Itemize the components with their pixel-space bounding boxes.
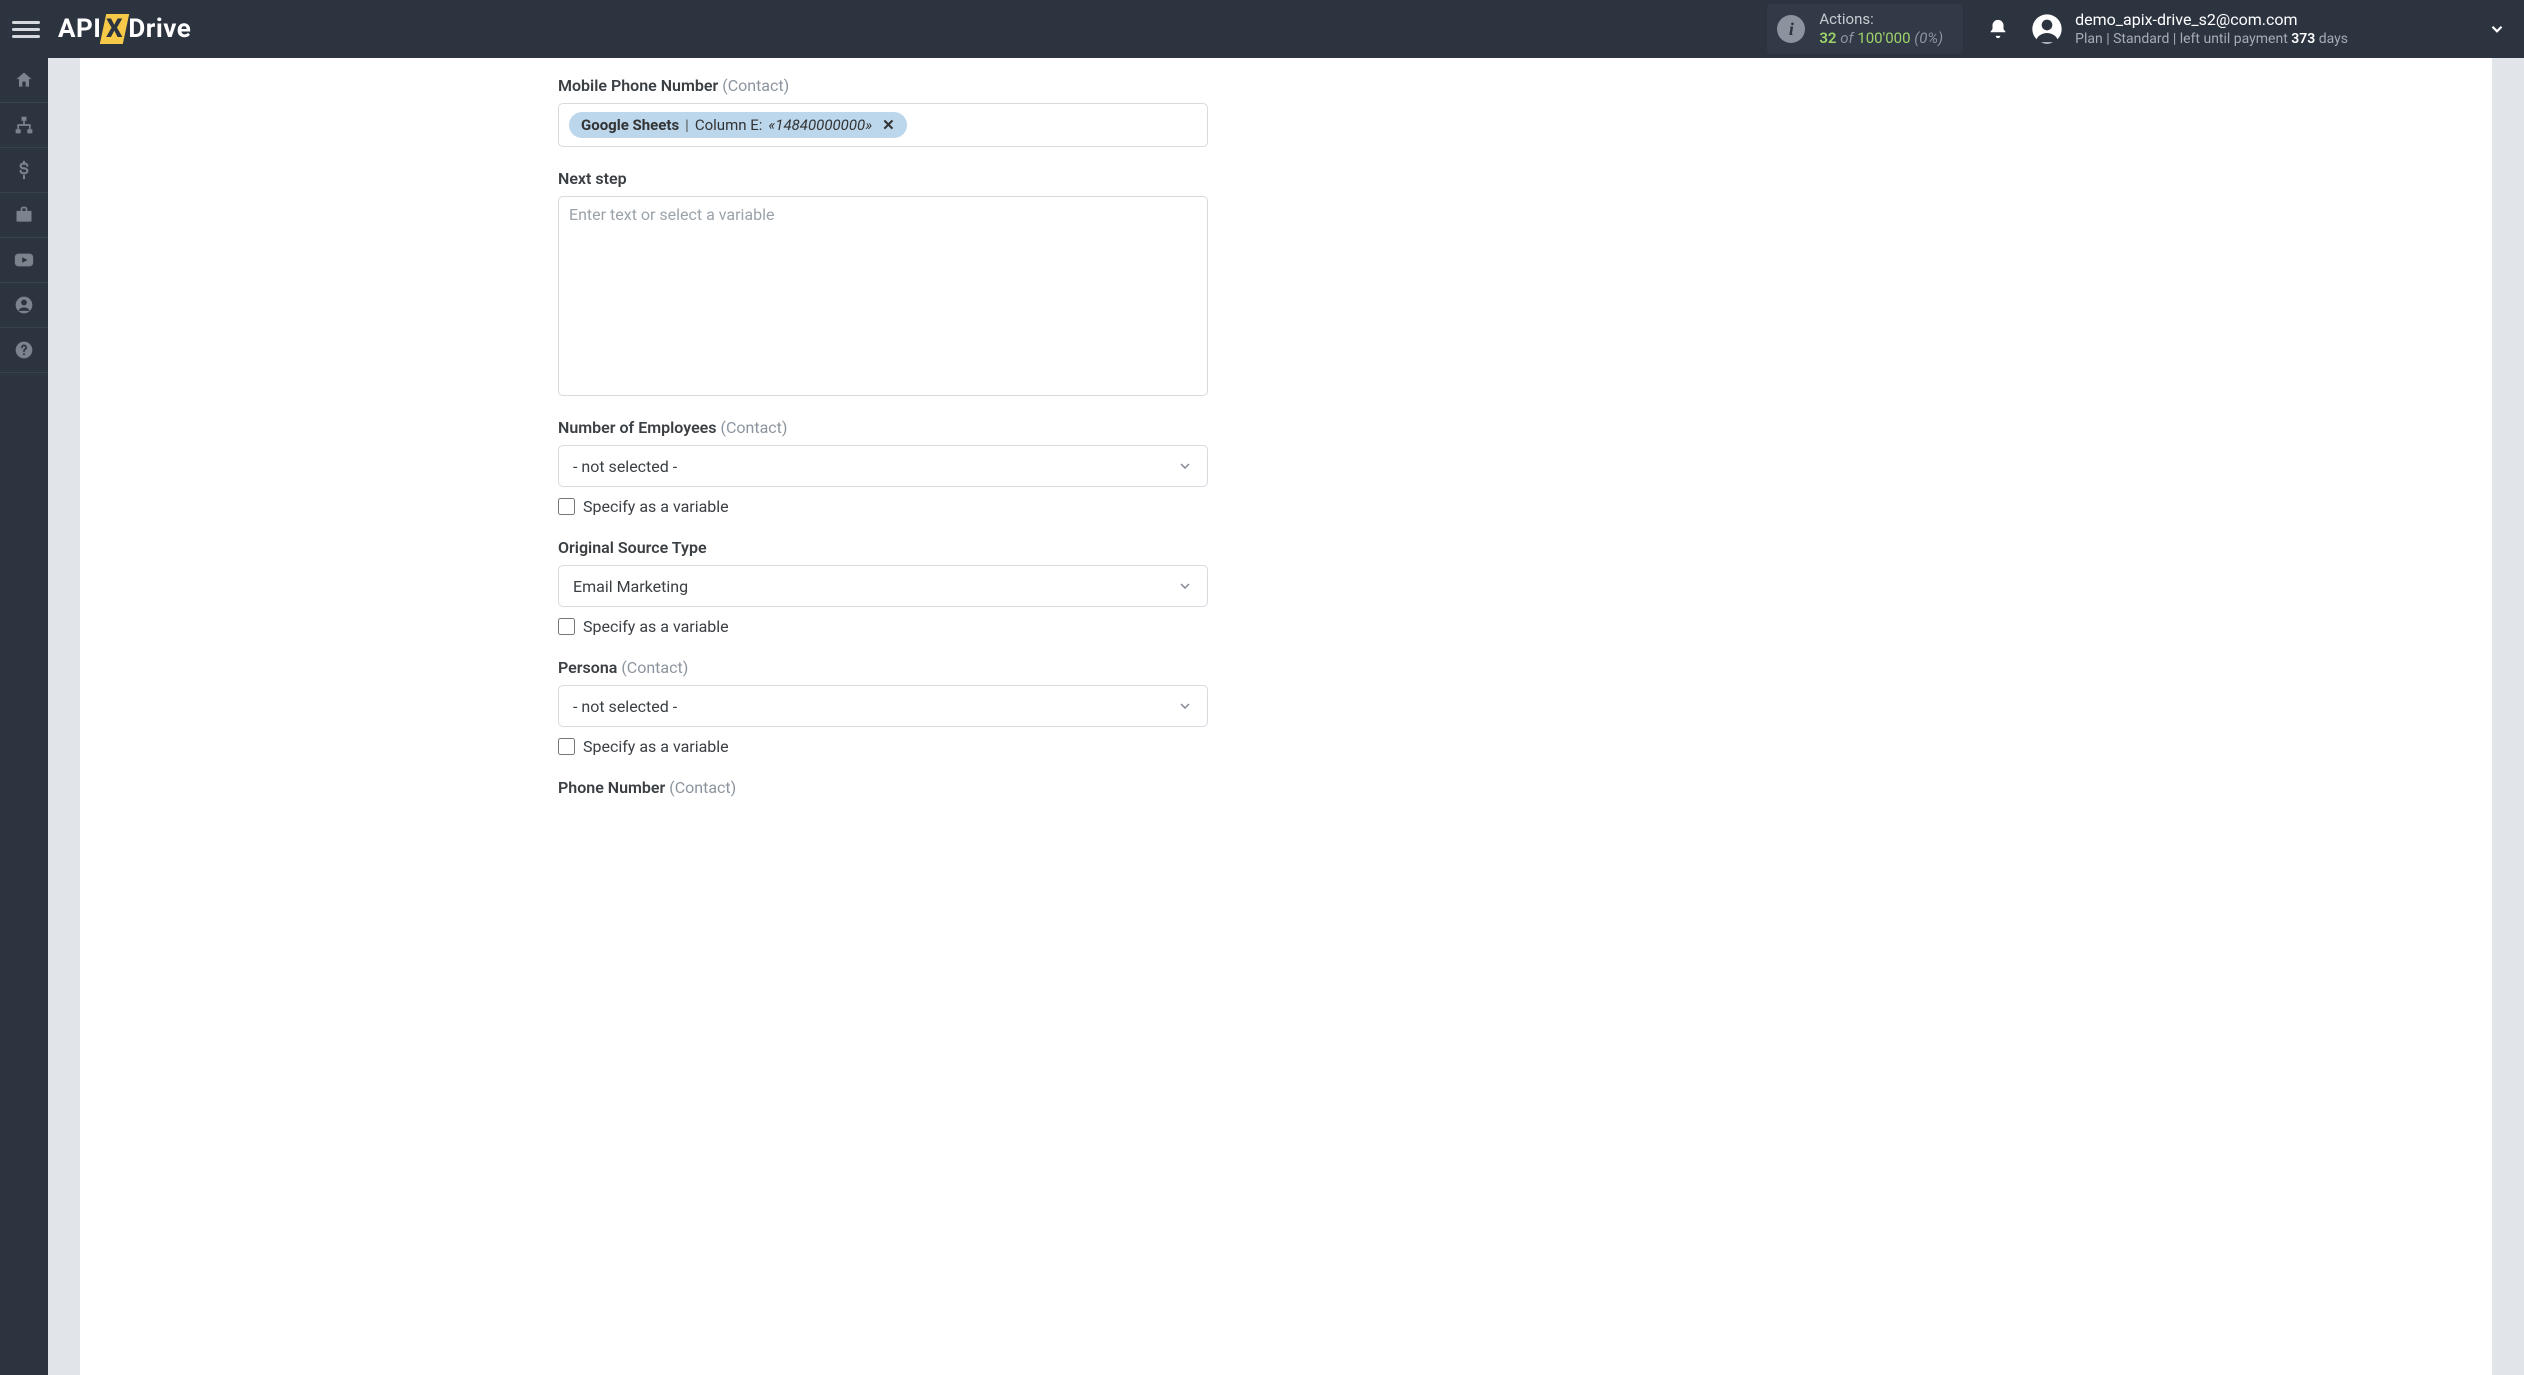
- logo[interactable]: API X Drive: [58, 0, 191, 58]
- original-source-type-select[interactable]: Email Marketing: [558, 565, 1208, 607]
- token-column: Column E:: [695, 116, 763, 134]
- home-icon: [14, 70, 34, 90]
- topbar: API X Drive i Actions: 32 of 100'000 (0%…: [0, 0, 2524, 58]
- actions-label: Actions:: [1819, 10, 1943, 29]
- briefcase-icon: [14, 205, 34, 225]
- field-label: Original Source Type: [558, 538, 1208, 557]
- select-value: - not selected -: [573, 697, 677, 716]
- mobile-phone-input[interactable]: Google Sheets | Column E: «14840000000» …: [558, 103, 1208, 147]
- field-mobile-phone: Mobile Phone Number (Contact) Google She…: [558, 76, 1208, 147]
- user-menu[interactable]: demo_apix-drive_s2@com.com Plan | Standa…: [2031, 10, 2348, 49]
- sidebar-item-briefcase[interactable]: [0, 193, 48, 238]
- sitemap-icon: [14, 115, 34, 135]
- user-icon: [14, 295, 34, 315]
- checkbox-input[interactable]: [558, 498, 575, 515]
- variable-token[interactable]: Google Sheets | Column E: «14840000000» …: [569, 112, 907, 138]
- actions-counter[interactable]: i Actions: 32 of 100'000 (0%): [1767, 4, 1963, 54]
- logo-part-api: API: [58, 14, 101, 44]
- checkbox-label: Specify as a variable: [583, 497, 729, 516]
- specify-as-variable-checkbox[interactable]: Specify as a variable: [558, 617, 1208, 636]
- sidebar-item-home[interactable]: [0, 58, 48, 103]
- user-plan: Plan | Standard | left until payment 373…: [2075, 30, 2348, 48]
- field-next-step: Next step Enter text or select a variabl…: [558, 169, 1208, 396]
- field-label: Persona (Contact): [558, 658, 1208, 677]
- checkbox-label: Specify as a variable: [583, 617, 729, 636]
- sidebar-item-billing[interactable]: [0, 148, 48, 193]
- checkbox-label: Specify as a variable: [583, 737, 729, 756]
- token-separator: |: [685, 116, 689, 134]
- field-label: Phone Number (Contact): [558, 778, 1208, 797]
- field-label: Next step: [558, 169, 1208, 188]
- gutter-left: [48, 58, 80, 1375]
- token-source: Google Sheets: [581, 116, 679, 134]
- sidebar-item-connections[interactable]: [0, 103, 48, 148]
- specify-as-variable-checkbox[interactable]: Specify as a variable: [558, 497, 1208, 516]
- placeholder-text: Enter text or select a variable: [569, 205, 775, 224]
- chevron-down-icon: [1177, 578, 1193, 594]
- sidebar-item-video[interactable]: [0, 238, 48, 283]
- bell-icon: [1987, 18, 2009, 40]
- token-value: «14840000000»: [768, 116, 872, 134]
- gutter-right: [2492, 58, 2524, 1375]
- logo-part-x: X: [100, 14, 129, 44]
- select-value: Email Marketing: [573, 577, 688, 596]
- field-phone-number: Phone Number (Contact): [558, 778, 1208, 797]
- select-value: - not selected -: [573, 457, 677, 476]
- checkbox-input[interactable]: [558, 618, 575, 635]
- question-icon: [14, 340, 34, 360]
- menu-toggle-button[interactable]: [12, 15, 40, 43]
- persona-select[interactable]: - not selected -: [558, 685, 1208, 727]
- logo-part-drive: Drive: [128, 14, 191, 44]
- sidebar-item-account[interactable]: [0, 283, 48, 328]
- field-number-of-employees: Number of Employees (Contact) - not sele…: [558, 418, 1208, 516]
- actions-values: 32 of 100'000 (0%): [1819, 29, 1943, 48]
- chevron-down-icon: [1177, 698, 1193, 714]
- field-original-source-type: Original Source Type Email Marketing Spe…: [558, 538, 1208, 636]
- specify-as-variable-checkbox[interactable]: Specify as a variable: [558, 737, 1208, 756]
- youtube-icon: [13, 249, 35, 271]
- dollar-icon: [14, 160, 34, 180]
- next-step-input[interactable]: Enter text or select a variable: [558, 196, 1208, 396]
- number-of-employees-select[interactable]: - not selected -: [558, 445, 1208, 487]
- notifications-button[interactable]: [1987, 18, 2009, 40]
- avatar-icon: [2031, 13, 2063, 45]
- user-email: demo_apix-drive_s2@com.com: [2075, 10, 2348, 31]
- main-content: Mobile Phone Number (Contact) Google She…: [48, 58, 2524, 1375]
- token-remove-button[interactable]: ✕: [882, 116, 895, 134]
- sidebar-item-help[interactable]: [0, 328, 48, 373]
- checkbox-input[interactable]: [558, 738, 575, 755]
- sidebar: [0, 58, 48, 1375]
- field-label: Mobile Phone Number (Contact): [558, 76, 1208, 95]
- chevron-down-icon: [1177, 458, 1193, 474]
- chevron-down-icon: [2488, 20, 2506, 38]
- field-label: Number of Employees (Contact): [558, 418, 1208, 437]
- info-icon: i: [1777, 15, 1805, 43]
- user-menu-chevron[interactable]: [2488, 20, 2506, 38]
- field-persona: Persona (Contact) - not selected - Speci…: [558, 658, 1208, 756]
